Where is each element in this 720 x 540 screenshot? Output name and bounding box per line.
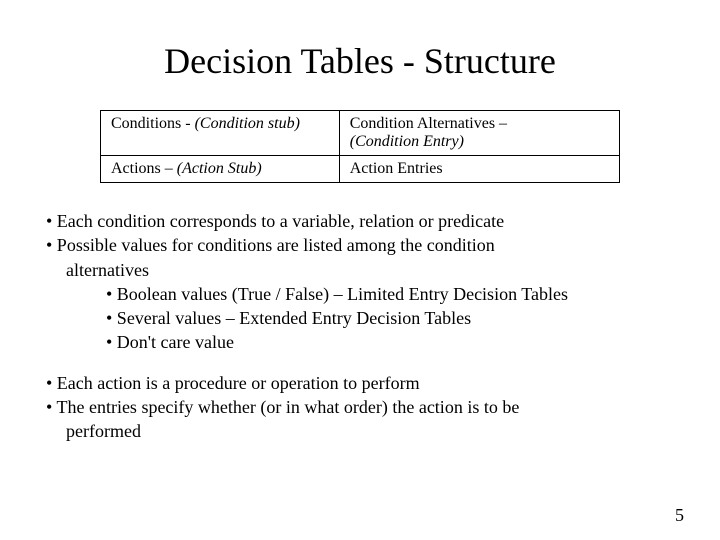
cell-actions-stub: Actions – (Action Stub) [101,156,340,183]
bullet-subitem: • Don't care value [46,330,680,354]
cell-text: Condition Alternatives – [350,115,507,132]
bullet-subitem: • Boolean values (True / False) – Limite… [46,282,680,306]
bullet-item: • Each condition corresponds to a variab… [46,209,680,233]
bullet-item: • Possible values for conditions are lis… [46,233,680,257]
cell-text: Action Entries [350,160,443,177]
structure-table: Conditions - (Condition stub) Condition … [100,110,620,183]
cell-conditions-stub: Conditions - (Condition stub) [101,111,340,156]
bullet-item: • Each action is a procedure or operatio… [46,371,680,395]
bullet-subitem: • Several values – Extended Entry Decisi… [46,306,680,330]
cell-text-italic: (Condition stub) [195,115,300,132]
cell-condition-alternatives: Condition Alternatives – (Condition Entr… [339,111,619,156]
cell-action-entries: Action Entries [339,156,619,183]
bullet-item-cont: alternatives [46,258,680,282]
page-number: 5 [675,505,684,526]
cell-text-italic: (Action Stub) [177,160,262,177]
bullet-item-cont: performed [46,419,680,443]
table-row: Conditions - (Condition stub) Condition … [101,111,620,156]
bullet-block-1: • Each condition corresponds to a variab… [46,209,680,444]
cell-text: Actions – [111,160,177,177]
table-row: Actions – (Action Stub) Action Entries [101,156,620,183]
cell-text-italic: (Condition Entry) [350,133,464,150]
cell-text: Conditions - [111,115,195,132]
slide-title: Decision Tables - Structure [40,40,680,82]
bullet-item: • The entries specify whether (or in wha… [46,395,680,419]
